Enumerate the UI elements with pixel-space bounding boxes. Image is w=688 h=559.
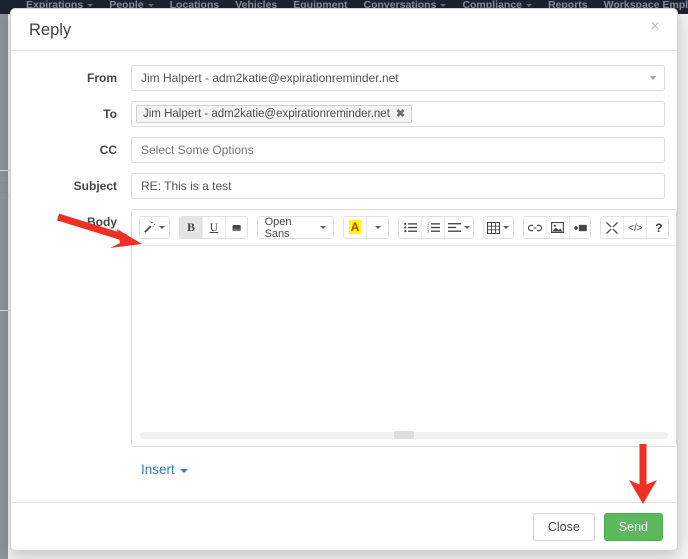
to-control-wrap: Jim Halpert - adm2katie@expirationremind… bbox=[131, 101, 677, 127]
form-row-to: To Jim Halpert - adm2katie@expirationrem… bbox=[11, 101, 677, 127]
from-select[interactable]: Jim Halpert - adm2katie@expirationremind… bbox=[131, 65, 665, 91]
close-icon[interactable]: ✖ bbox=[396, 107, 405, 121]
image-icon bbox=[551, 222, 565, 233]
insert-dropdown[interactable]: Insert bbox=[141, 462, 188, 477]
editor-scroll-area bbox=[132, 428, 677, 446]
background-text-fragment-2: 02 bbox=[1, 194, 9, 201]
code-view-icon: </> bbox=[628, 222, 643, 234]
modal-body: From Jim Halpert - adm2katie@expirationr… bbox=[11, 51, 677, 502]
editor-horizontal-scrollbar[interactable] bbox=[140, 431, 669, 439]
modal-title: Reply bbox=[29, 21, 72, 39]
cc-control-wrap bbox=[131, 137, 677, 163]
fullscreen-button[interactable] bbox=[601, 217, 625, 238]
chevron-down-icon bbox=[159, 226, 166, 229]
screenshot-root: sc 02 Expirations People Locations Vehicles… bbox=[0, 0, 688, 559]
clear-format-button[interactable] bbox=[225, 217, 247, 238]
underline-icon: U bbox=[209, 220, 219, 234]
ordered-list-button[interactable]: 123 bbox=[422, 217, 446, 238]
insert-row: Insert bbox=[11, 461, 677, 479]
editor-resize-handle[interactable] bbox=[394, 431, 415, 439]
font-color-dropdown[interactable] bbox=[366, 217, 389, 238]
send-button[interactable]: Send bbox=[603, 512, 663, 541]
font-family-select[interactable]: Open Sans bbox=[257, 216, 333, 239]
chevron-down-icon bbox=[525, 3, 532, 7]
close-icon[interactable]: × bbox=[646, 18, 664, 36]
to-token-field[interactable]: Jim Halpert - adm2katie@expirationremind… bbox=[131, 101, 665, 127]
toolbar-group-text-style: BU bbox=[178, 216, 248, 239]
form-row-body: Body B U Open Sans A 1 2 3 </>? bbox=[11, 209, 677, 447]
font-family-select-label: Open Sans bbox=[264, 216, 292, 239]
table-button[interactable] bbox=[483, 217, 513, 238]
fullscreen-icon bbox=[606, 221, 619, 234]
help-button[interactable]: ? bbox=[647, 217, 669, 238]
underline-button[interactable]: U bbox=[202, 217, 226, 238]
cc-label: CC bbox=[99, 143, 117, 157]
background-sidebar-strip bbox=[0, 14, 8, 559]
toolbar-group-font-family: Open Sans bbox=[256, 216, 334, 239]
font-color-button[interactable]: A bbox=[343, 217, 367, 238]
chevron-down-icon bbox=[650, 76, 656, 80]
link-button[interactable] bbox=[523, 217, 547, 238]
magic-wand-icon-icon bbox=[143, 221, 156, 234]
toolbar-group-insert-media bbox=[522, 216, 592, 239]
from-value: Jim Halpert - adm2katie@expirationremind… bbox=[141, 71, 399, 85]
chevron-down-icon bbox=[147, 3, 154, 7]
bold-button[interactable]: B bbox=[179, 217, 203, 238]
chevron-down-icon bbox=[319, 226, 326, 229]
form-row-subject: Subject bbox=[11, 173, 677, 199]
magic-wand-icon[interactable] bbox=[140, 217, 169, 238]
toolbar-group-view: </>? bbox=[600, 216, 670, 239]
toolbar-group-magic bbox=[139, 216, 170, 239]
video-icon bbox=[574, 223, 588, 233]
body-label: Body bbox=[87, 215, 117, 229]
font-color-icon: A bbox=[348, 220, 362, 234]
form-row-from: From Jim Halpert - adm2katie@expirationr… bbox=[11, 65, 677, 91]
image-button[interactable] bbox=[546, 217, 570, 238]
chevron-down-icon bbox=[375, 226, 382, 229]
toolbar-group-lists-align: 123 bbox=[398, 216, 474, 239]
chevron-down-icon bbox=[87, 3, 94, 7]
subject-input[interactable] bbox=[131, 173, 665, 199]
align-button[interactable] bbox=[445, 217, 473, 238]
code-view-button[interactable]: </> bbox=[624, 217, 648, 238]
toolbar-group-font-color: A bbox=[342, 216, 390, 239]
bold-icon: B bbox=[186, 220, 195, 234]
toolbar-group-table bbox=[482, 216, 514, 239]
link-icon bbox=[527, 223, 542, 233]
editor-content-area[interactable] bbox=[132, 246, 677, 428]
unordered-list-icon bbox=[404, 222, 417, 233]
svg-text:3: 3 bbox=[427, 229, 429, 233]
close-button[interactable]: Close bbox=[532, 512, 595, 541]
video-button[interactable] bbox=[569, 217, 591, 238]
chevron-down-icon bbox=[464, 226, 471, 229]
to-token[interactable]: Jim Halpert - adm2katie@expirationremind… bbox=[136, 105, 413, 123]
background-text-fragment-1: sc bbox=[1, 176, 8, 183]
to-token-label: Jim Halpert - adm2katie@expirationremind… bbox=[143, 108, 390, 120]
editor-toolbar: B U Open Sans A 1 2 3 </>? bbox=[132, 210, 677, 246]
from-control-wrap: Jim Halpert - adm2katie@expirationremind… bbox=[131, 65, 677, 91]
chevron-down-icon bbox=[179, 468, 188, 473]
align-icon bbox=[448, 222, 462, 233]
modal-header: Reply × bbox=[11, 9, 677, 51]
ordered-list-icon: 123 bbox=[427, 222, 440, 233]
unordered-list-button[interactable] bbox=[399, 217, 423, 238]
chevron-down-icon bbox=[440, 3, 447, 7]
from-label: From bbox=[87, 71, 117, 85]
chevron-down-icon bbox=[503, 226, 510, 229]
body-control-wrap: B U Open Sans A 1 2 3 </>? bbox=[131, 209, 677, 447]
modal-footer: Close Send bbox=[11, 502, 677, 550]
insert-label: Insert bbox=[141, 462, 175, 477]
help-icon: ? bbox=[655, 220, 663, 235]
subject-label: Subject bbox=[73, 179, 117, 193]
subject-control-wrap bbox=[131, 173, 677, 199]
reply-modal: Reply × From Jim Halpert - adm2katie@exp… bbox=[10, 8, 678, 551]
form-row-cc: CC bbox=[11, 137, 677, 163]
to-label: To bbox=[103, 107, 117, 121]
clear-format-icon bbox=[231, 222, 243, 234]
cc-input[interactable] bbox=[131, 137, 665, 163]
rich-text-editor: B U Open Sans A 1 2 3 </>? bbox=[131, 209, 677, 447]
table-icon bbox=[487, 221, 501, 234]
